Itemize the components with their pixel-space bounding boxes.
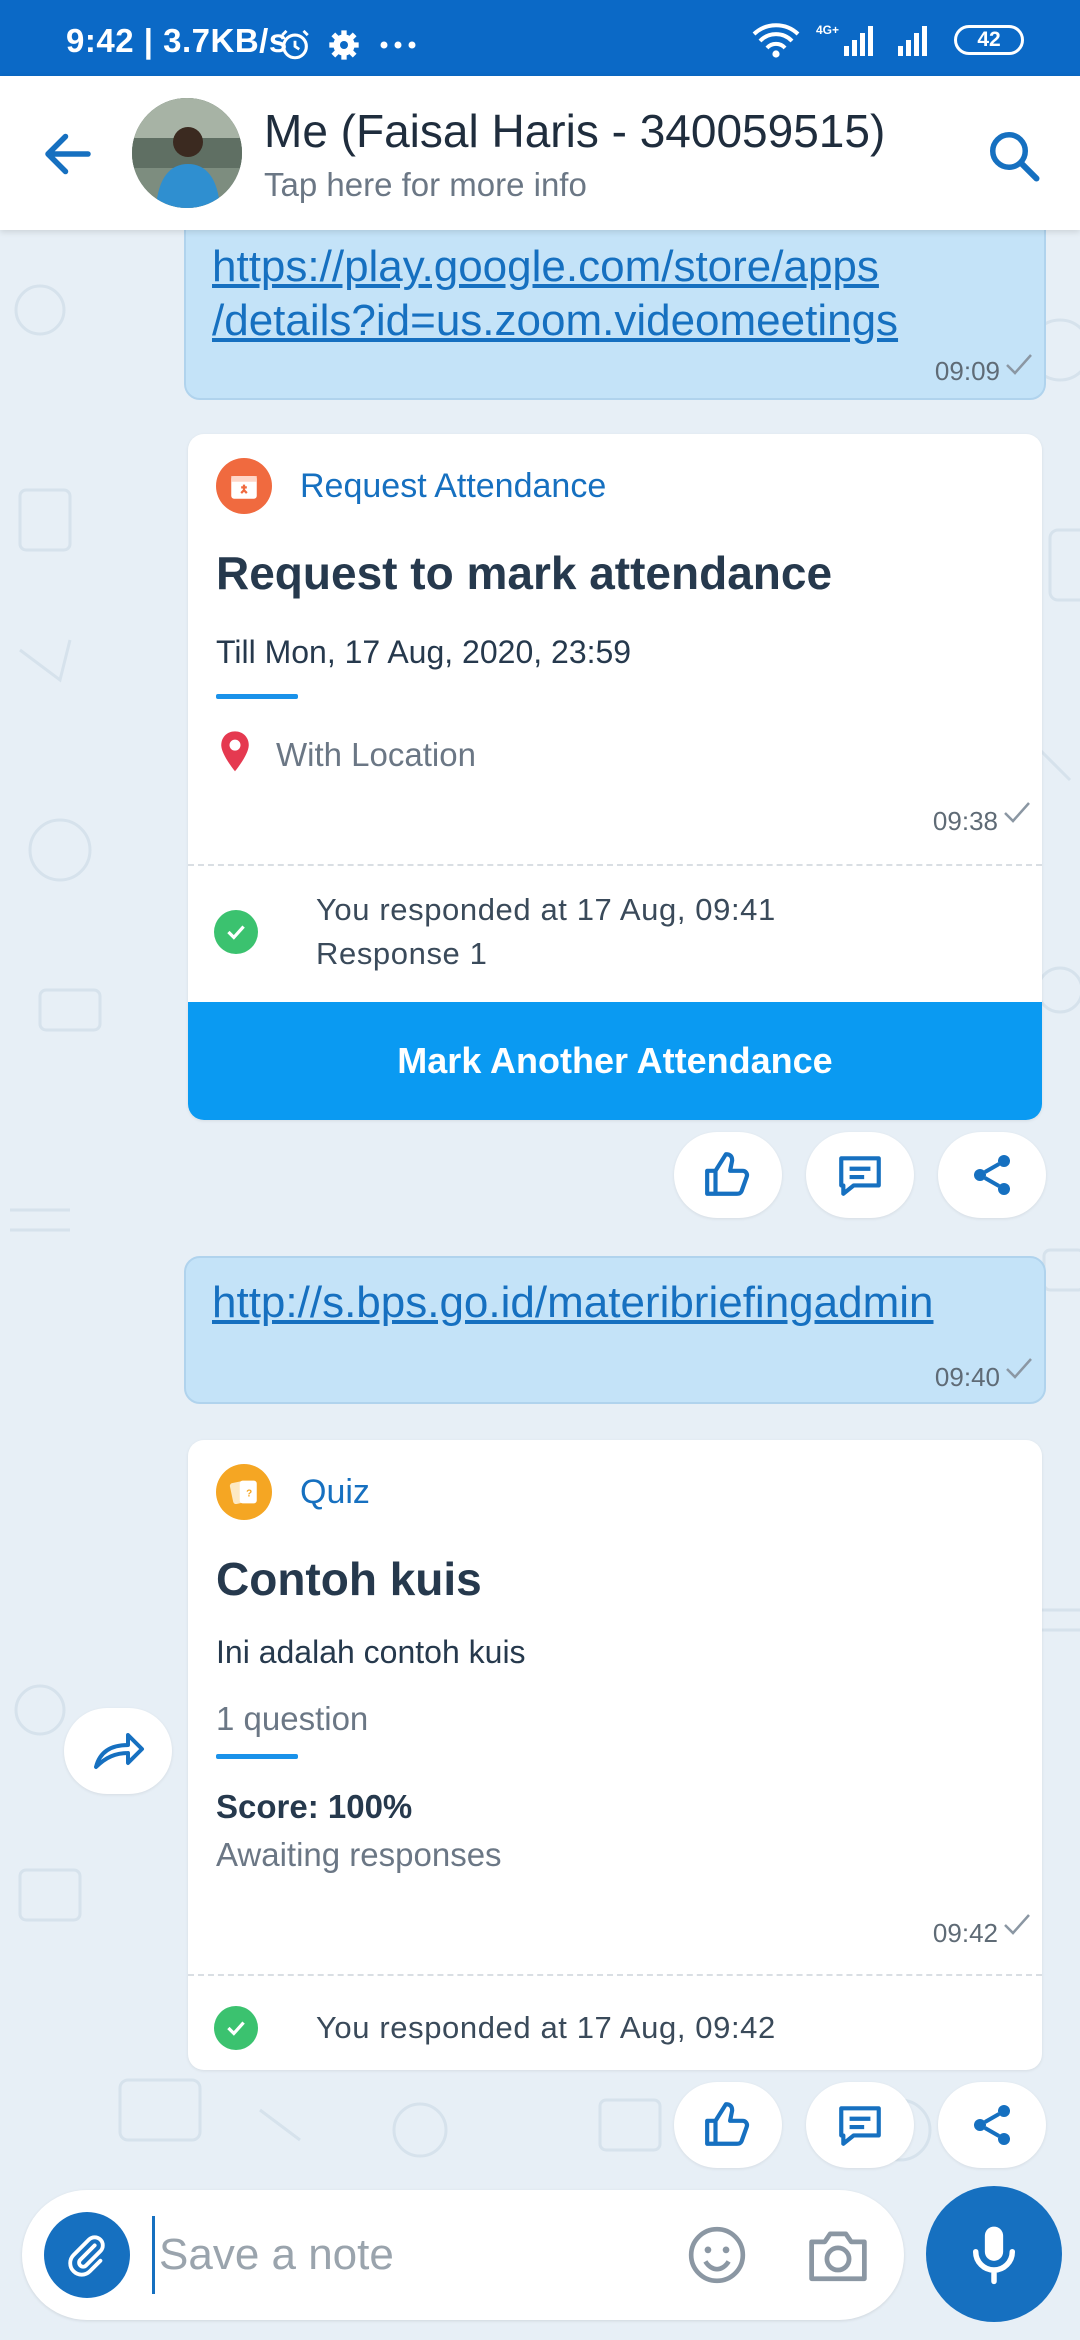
- paperclip-icon: [68, 2235, 105, 2277]
- quiz-title: Contoh kuis: [216, 1553, 482, 1605]
- share-icon: [974, 1155, 1010, 1195]
- emoji-icon[interactable]: [686, 2224, 748, 2286]
- forward-button[interactable]: [64, 1708, 172, 1794]
- attendance-accent-line: [216, 694, 298, 699]
- chat-title[interactable]: Me (Faisal Haris - 340059515): [264, 104, 885, 158]
- search-icon[interactable]: [984, 126, 1044, 186]
- more-icon: [380, 41, 416, 49]
- comment-button[interactable]: [806, 1132, 914, 1218]
- attendance-location: With Location: [276, 736, 476, 773]
- voice-record-button[interactable]: [926, 2186, 1062, 2322]
- attendance-app-row: Request Attendance: [216, 458, 606, 514]
- share-button[interactable]: [938, 1132, 1046, 1218]
- thumbs-up-icon: [705, 1152, 750, 1196]
- attendance-time: 09:38: [932, 806, 998, 836]
- location-pin-icon: [221, 731, 249, 772]
- avatar[interactable]: [132, 98, 242, 208]
- comment-button[interactable]: [806, 2082, 914, 2168]
- zoom-link-line2[interactable]: /details?id=us.zoom.videomeetings: [212, 294, 898, 348]
- battery-icon: 42: [954, 25, 1024, 55]
- back-arrow-icon[interactable]: [38, 124, 98, 184]
- attach-button[interactable]: [44, 2212, 130, 2298]
- attendance-response: Response 1: [316, 936, 488, 971]
- quiz-app-row: ? Quiz: [216, 1464, 370, 1520]
- attendance-card[interactable]: Request Attendance Request to mark atten…: [188, 434, 1042, 1120]
- message-time: 09:40: [934, 1362, 1000, 1392]
- message-bubble-link[interactable]: https://play.google.com/store/apps /deta…: [184, 230, 1046, 400]
- alarm-icon: [281, 29, 309, 60]
- status-time: 9:42 | 3.7KB/s: [66, 22, 288, 59]
- quiz-app-icon: ?: [216, 1464, 272, 1520]
- attendance-title: Request to mark attendance: [216, 547, 833, 599]
- signal-icon: [898, 26, 927, 56]
- message-time: 09:09: [934, 356, 1000, 386]
- comment-icon: [839, 1156, 881, 1196]
- attendance-divider: [188, 864, 1042, 866]
- wifi-icon: [752, 23, 800, 58]
- note-input[interactable]: [152, 2216, 672, 2294]
- status-bar: 9:42 | 3.7KB/s 4G+ 42: [0, 0, 1080, 76]
- quiz-status: Awaiting responses: [216, 1836, 502, 1873]
- chat-area[interactable]: https://play.google.com/store/apps /deta…: [0, 230, 1080, 2190]
- bps-link[interactable]: http://s.bps.go.id/materibriefingadmin: [212, 1276, 934, 1330]
- quiz-time: 09:42: [932, 1918, 998, 1948]
- message-composer: [22, 2190, 904, 2320]
- sent-tick-icon: [1006, 1358, 1032, 1379]
- quiz-accent-line: [216, 1754, 298, 1759]
- quiz-responded: You responded at 17 Aug, 09:42: [316, 2010, 776, 2045]
- signal-4g-icon: 4G+: [816, 23, 873, 56]
- thumbs-up-icon: [705, 2102, 750, 2146]
- attendance-app-name: Request Attendance: [300, 466, 607, 505]
- quiz-app-name: Quiz: [300, 1472, 370, 1511]
- quiz-description: Ini adalah contoh kuis: [216, 1634, 526, 1670]
- status-icons-right: 4G+ 42: [752, 22, 1024, 58]
- check-circle-icon: [214, 2006, 258, 2050]
- gear-icon: [329, 30, 359, 60]
- quiz-divider: [188, 1974, 1042, 1976]
- share-button[interactable]: [938, 2082, 1046, 2168]
- zoom-link-line1[interactable]: https://play.google.com/store/apps: [212, 240, 898, 294]
- like-button[interactable]: [674, 1132, 782, 1218]
- chat-subtitle[interactable]: Tap here for more info: [264, 166, 587, 204]
- quiz-score: Score: 100%: [216, 1788, 413, 1825]
- sent-tick-icon: [1004, 802, 1030, 823]
- attendance-app-icon: [216, 458, 272, 514]
- chat-header[interactable]: Me (Faisal Haris - 340059515) Tap here f…: [0, 76, 1080, 230]
- sent-tick-icon: [1006, 354, 1032, 375]
- attendance-responded: You responded at 17 Aug, 09:41: [316, 892, 776, 927]
- status-icons-left: [278, 28, 420, 62]
- attendance-deadline: Till Mon, 17 Aug, 2020, 23:59: [216, 634, 632, 670]
- sent-tick-icon: [1004, 1914, 1030, 1935]
- quiz-questions: 1 question: [216, 1700, 369, 1737]
- microphone-icon: [972, 2226, 1016, 2285]
- svg-text:?: ?: [246, 1488, 252, 1499]
- like-button[interactable]: [674, 2082, 782, 2168]
- forward-arrow-icon: [94, 1733, 144, 1769]
- mark-another-attendance-button[interactable]: Mark Another Attendance: [188, 1002, 1042, 1120]
- check-circle-icon: [214, 910, 258, 954]
- comment-icon: [839, 2106, 881, 2146]
- camera-icon[interactable]: [806, 2226, 870, 2284]
- svg-text:4G+: 4G+: [816, 23, 839, 37]
- quiz-card[interactable]: ? Quiz Contoh kuis Ini adalah contoh kui…: [188, 1440, 1042, 2070]
- share-icon: [974, 2105, 1010, 2145]
- message-bubble-link[interactable]: http://s.bps.go.id/materibriefingadmin 0…: [184, 1256, 1046, 1404]
